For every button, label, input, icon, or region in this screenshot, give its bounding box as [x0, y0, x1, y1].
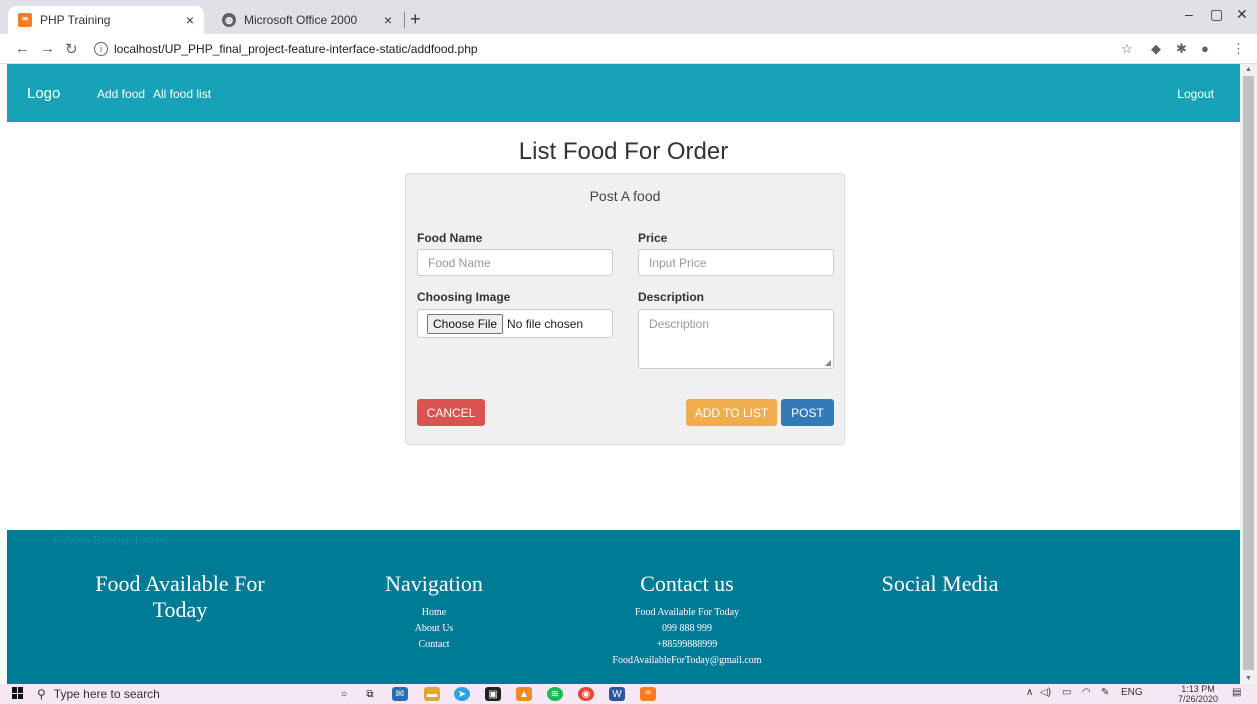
close-window-icon[interactable]: ✕ [1236, 6, 1248, 23]
search-placeholder: Type here to search [53, 687, 160, 701]
new-tab-button[interactable]: + [410, 9, 421, 30]
browser-toolbar: ← → ↻ i localhost/UP_PHP_final_project-f… [0, 34, 1257, 64]
site-logo[interactable]: Logo [27, 85, 60, 102]
mail-icon[interactable]: ✉ [392, 687, 408, 701]
copyright-text: © SabuyTraining, Laravel [53, 534, 169, 546]
card-title: Post A food [589, 188, 661, 204]
footer-column-navigation: Navigation Home About Us Contact [354, 571, 514, 653]
show-hidden-icons-icon[interactable]: ∧ [1026, 687, 1033, 698]
volume-icon[interactable]: ◁) [1040, 687, 1051, 698]
footer-contact-heading: Contact us [640, 571, 734, 596]
clock-time: 1:13 PM [1181, 684, 1215, 694]
footer-column-contact: Contact us Food Available For Today 099 … [577, 571, 797, 669]
site-navbar: Logo Add food All food list Logout [7, 64, 1240, 122]
footer-social-heading: Social Media [881, 571, 999, 596]
puzzle-icon[interactable]: ✱ [1176, 41, 1187, 57]
chrome-icon[interactable]: ◉ [578, 687, 594, 701]
close-tab-icon[interactable]: × [384, 12, 392, 28]
page-title: List Food For Order [518, 138, 729, 165]
choose-file-button[interactable]: Choose File [427, 313, 504, 334]
pen-icon[interactable]: ✎ [1101, 687, 1109, 698]
footer-food-heading: Food Available For Today [95, 571, 265, 622]
windows-start-icon[interactable] [12, 687, 24, 699]
tab-title: Microsoft Office 2000 [244, 13, 358, 27]
nav-link-add-food[interactable]: Add food [97, 87, 145, 101]
menu-dots-icon[interactable]: ⋮ [1232, 41, 1245, 57]
address-bar[interactable]: i localhost/UP_PHP_final_project-feature… [94, 38, 1134, 60]
post-button[interactable]: POST [781, 399, 834, 426]
image-label: Choosing Image [417, 290, 511, 304]
post-food-card: Post A food Food Name Food Name Price In… [405, 173, 845, 445]
xampp-taskbar-icon[interactable]: ꟹ [640, 687, 656, 701]
logout-link[interactable]: Logout [1177, 87, 1214, 101]
info-icon[interactable]: i [94, 42, 108, 56]
footer-navigation-heading: Navigation [385, 571, 483, 596]
forward-arrow-icon[interactable]: → [40, 40, 55, 57]
star-icon[interactable]: ☆ [1121, 41, 1133, 57]
spotify-icon[interactable]: ≋ [547, 687, 563, 701]
task-view-icon[interactable]: ⧉ [362, 687, 378, 701]
clock-date: 7/26/2020 [1178, 694, 1219, 704]
wifi-icon[interactable]: ◠ [1082, 687, 1091, 698]
description-textarea[interactable]: Description ◢ [638, 309, 834, 369]
no-file-text: No file chosen [507, 316, 584, 331]
add-to-list-button[interactable]: ADD TO LIST [686, 399, 777, 426]
language-indicator[interactable]: ENG [1121, 687, 1143, 698]
scroll-up-icon[interactable]: ▲ [1245, 66, 1252, 73]
food-name-input[interactable]: Food Name [417, 249, 613, 276]
description-placeholder: Description [649, 317, 710, 331]
extension-icon[interactable]: ◆ [1151, 41, 1161, 57]
scrollbar-thumb[interactable] [1243, 76, 1254, 670]
footer-column-social: Social Media [860, 571, 1020, 597]
cortana-icon[interactable]: ○ [336, 687, 352, 701]
search-icon: ⚲ [37, 687, 46, 701]
price-label: Price [638, 231, 668, 245]
contact-phone-2: +88599888999 [656, 639, 718, 650]
notifications-icon[interactable]: ▤ [1232, 687, 1241, 698]
tab-divider [404, 12, 405, 28]
page-scrollbar[interactable]: ▲ ▼ [1240, 64, 1257, 684]
nav-link-all-food-list[interactable]: All food list [153, 87, 211, 101]
tab-title: PHP Training [40, 13, 111, 27]
taskbar-search-box[interactable]: ⚲ Type here to search [37, 684, 160, 704]
tab-microsoft-office[interactable]: ◍ Microsoft Office 2000 × [212, 6, 402, 34]
taskbar-clock[interactable]: 1:13 PM 7/26/2020 [1178, 684, 1218, 704]
reload-icon[interactable]: ↻ [65, 40, 78, 58]
file-explorer-icon[interactable]: ▬ [424, 687, 440, 701]
footer-column-food: Food Available For Today [75, 571, 285, 623]
footer-link-about-us[interactable]: About Us [354, 621, 514, 637]
tab-php-training[interactable]: ꟹ PHP Training × [8, 6, 204, 34]
xampp-icon: ꟹ [18, 13, 32, 27]
food-name-label: Food Name [417, 231, 483, 245]
close-tab-icon[interactable]: × [186, 12, 194, 28]
vlc-icon[interactable]: ▲ [516, 687, 532, 701]
footer-link-contact[interactable]: Contact [354, 637, 514, 653]
url-text: localhost/UP_PHP_final_project-feature-i… [114, 42, 478, 56]
battery-icon[interactable]: ▭ [1062, 687, 1071, 698]
minimize-icon[interactable]: – [1185, 6, 1193, 22]
description-label: Description [638, 290, 705, 304]
contact-phone: 099 888 999 [662, 623, 712, 634]
profile-avatar-icon[interactable]: ● [1201, 41, 1209, 56]
image-file-input[interactable]: Choose File No file chosen [417, 309, 613, 338]
footer-link-home[interactable]: Home [354, 605, 514, 621]
resize-handle-icon[interactable]: ◢ [825, 358, 831, 367]
site-footer: © SabuyTraining, Laravel Food Available … [7, 530, 1240, 684]
telegram-icon[interactable]: ➤ [454, 687, 470, 701]
scroll-down-icon[interactable]: ▼ [1245, 675, 1252, 682]
web-page: Logo Add food All food list Logout List … [7, 64, 1240, 684]
maximize-icon[interactable]: ▢ [1210, 6, 1223, 23]
store-icon[interactable]: ▣ [485, 687, 501, 701]
back-arrow-icon[interactable]: ← [15, 40, 30, 57]
windows-taskbar: ⚲ Type here to search ○ ⧉ ✉ ▬ ➤ ▣ ▲ ≋ ◉ … [0, 684, 1257, 704]
word-icon[interactable]: W [609, 687, 625, 701]
browser-tab-strip: ꟹ PHP Training × ◍ Microsoft Office 2000… [0, 0, 1257, 34]
globe-icon: ◍ [222, 13, 236, 27]
contact-item: Food Available For Today [634, 607, 740, 618]
cancel-button[interactable]: CANCEL [417, 399, 485, 426]
contact-email: FoodAvailableForToday@gmail.com [612, 655, 762, 666]
price-input[interactable]: Input Price [638, 249, 834, 276]
